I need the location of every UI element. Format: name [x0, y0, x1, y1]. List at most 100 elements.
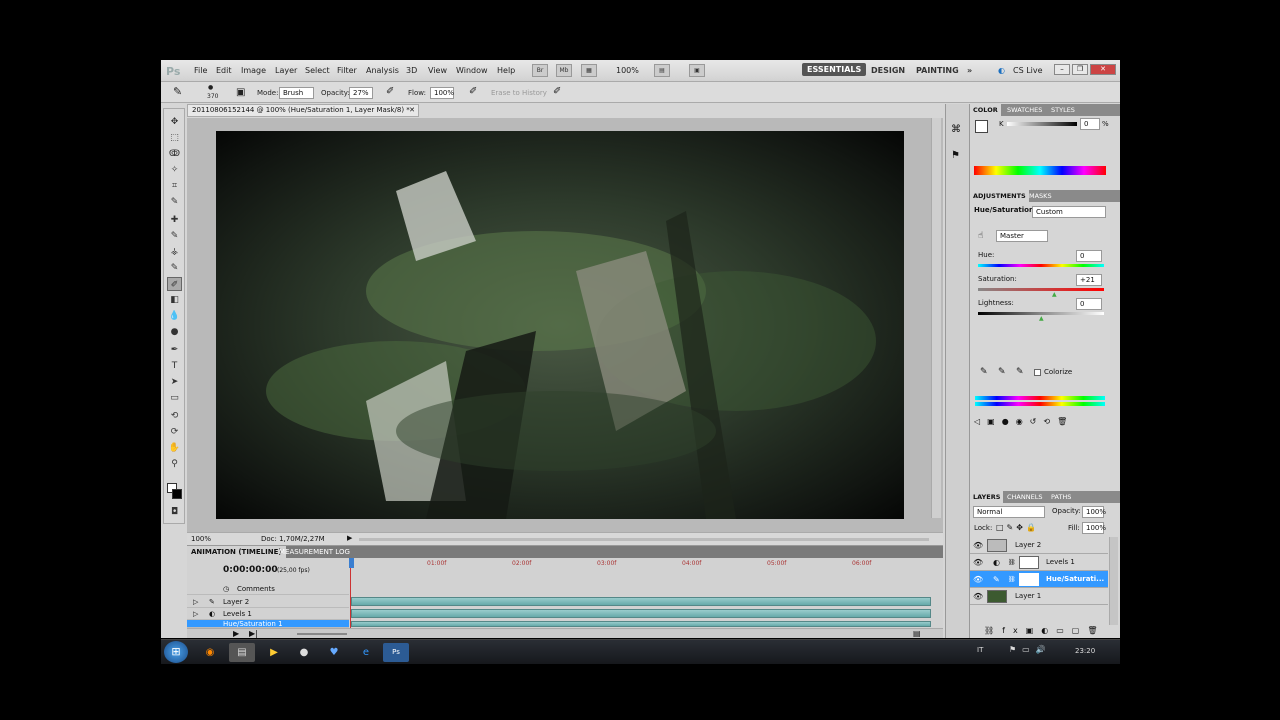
eyedropper-tool-icon[interactable]: ✎ — [167, 195, 182, 209]
tab-swatches[interactable]: SWATCHES — [1004, 104, 1045, 116]
opacity-field[interactable]: 27% — [349, 87, 373, 99]
zoom-tool-icon[interactable]: ⚲ — [167, 457, 182, 471]
restore-icon[interactable]: ❐ — [1072, 64, 1088, 75]
background-color-swatch[interactable] — [172, 489, 182, 499]
dodge-tool-icon[interactable]: ● — [167, 325, 182, 339]
eyedropper-minus-icon[interactable]: ✎ — [1016, 367, 1024, 377]
more-workspaces-icon[interactable]: » — [967, 66, 972, 75]
fg-color-chip[interactable] — [975, 120, 988, 133]
move-tool-icon[interactable]: ✥ — [167, 115, 182, 129]
erase-to-history-checkbox[interactable]: Erase to History — [491, 89, 547, 97]
tab-masks[interactable]: MASKS — [1026, 190, 1055, 202]
actions-panel-icon[interactable]: ⚑ — [951, 150, 960, 161]
cs-live-icon[interactable]: ◐ — [998, 66, 1005, 75]
image-canvas[interactable] — [216, 131, 904, 519]
media-player-icon[interactable]: ▶ — [261, 643, 287, 662]
timeline-row-huesat[interactable]: Hue/Saturation 1 — [187, 620, 349, 628]
menu-image[interactable]: Image — [241, 66, 266, 75]
zoom-level[interactable]: 100% — [616, 66, 639, 75]
layers-footer-icons[interactable]: ⛓fx▣◐▭▢🗑 — [984, 626, 1106, 635]
airbrush-pressure-icon[interactable]: ✐ — [386, 86, 394, 97]
play-icon[interactable]: ▶ — [233, 629, 239, 638]
workspace-design[interactable]: DESIGN — [871, 66, 905, 75]
quick-select-tool-icon[interactable]: ✧ — [167, 163, 182, 177]
healing-brush-tool-icon[interactable]: ✚ — [167, 213, 182, 227]
brush-tool-icon[interactable]: ✎ — [167, 229, 182, 243]
color-spectrum-bar[interactable] — [974, 166, 1106, 175]
colorize-checkbox[interactable] — [1034, 369, 1041, 376]
eyedropper-icon[interactable]: ✎ — [980, 367, 988, 377]
brush-preview-icon[interactable]: ● — [208, 84, 213, 91]
quick-mask-icon[interactable]: ◘ — [167, 505, 182, 519]
lasso-tool-icon[interactable]: ↂ — [167, 147, 182, 161]
blur-tool-icon[interactable]: 💧 — [167, 309, 182, 323]
firefox-icon[interactable]: ◉ — [197, 643, 223, 662]
crop-tool-icon[interactable]: ⌗ — [167, 179, 182, 193]
visibility-eye-icon[interactable]: 👁 — [973, 554, 983, 571]
visibility-eye-icon[interactable]: 👁 — [973, 571, 983, 588]
track-huesat[interactable] — [351, 621, 931, 627]
shape-tool-icon[interactable]: ▭ — [167, 391, 182, 405]
workspace-essentials[interactable]: ESSENTIALS — [802, 63, 867, 76]
brush-tool-icon[interactable]: ✎ — [173, 85, 182, 98]
gradient-tool-icon[interactable]: ◧ — [167, 293, 182, 307]
status-arrow-icon[interactable]: ▶ — [347, 534, 352, 542]
history-panel-icon[interactable]: ⌘ — [951, 124, 961, 135]
visibility-eye-icon[interactable]: 👁 — [973, 537, 983, 554]
menu-help[interactable]: Help — [497, 66, 515, 75]
timecode[interactable]: 0:00:00:00 — [223, 565, 278, 575]
expand-triangle-icon[interactable]: ▷ — [193, 608, 198, 620]
expand-triangle-icon[interactable]: ▷ — [193, 596, 198, 608]
photoshop-taskbar-icon[interactable]: Ps — [383, 643, 409, 662]
preset-select[interactable]: Custom — [1032, 206, 1106, 218]
brush-size[interactable]: 370 — [207, 93, 218, 100]
path-select-tool-icon[interactable]: ➤ — [167, 375, 182, 389]
tab-measurement-log[interactable]: MEASUREMENT LOG — [275, 546, 354, 558]
eraser-tool-icon[interactable]: ✐ — [167, 277, 182, 291]
minibridge-icon[interactable]: Mb — [556, 64, 572, 77]
hue-field[interactable]: 0 — [1076, 250, 1102, 262]
zoom-slider[interactable] — [297, 633, 347, 635]
range-select[interactable]: Master — [996, 230, 1048, 242]
k-slider[interactable] — [1007, 122, 1077, 126]
tab-paths[interactable]: PATHS — [1048, 491, 1074, 503]
next-frame-icon[interactable]: ▶| — [249, 629, 258, 638]
menu-analysis[interactable]: Analysis — [366, 66, 399, 75]
playhead[interactable] — [349, 558, 354, 568]
saturation-handle[interactable]: ▲ — [1052, 291, 1057, 298]
status-zoom[interactable]: 100% — [191, 535, 211, 543]
timeline-row-layer2[interactable]: ▷ ✎ Layer 2 — [187, 596, 349, 608]
layers-scrollbar[interactable] — [1109, 537, 1118, 625]
flow-field[interactable]: 100% — [430, 87, 454, 99]
workspace-painting[interactable]: PAINTING — [916, 66, 959, 75]
lightness-handle[interactable]: ▲ — [1039, 315, 1044, 322]
start-button[interactable]: ⊞ — [164, 641, 188, 663]
hand-tool-icon[interactable]: ✋ — [167, 441, 182, 455]
ie-icon[interactable]: e — [353, 643, 379, 662]
explorer-icon[interactable]: ▤ — [229, 643, 255, 662]
eyedropper-plus-icon[interactable]: ✎ — [998, 367, 1006, 377]
tablet-pressure-icon[interactable]: ✐ — [553, 86, 561, 97]
tab-color[interactable]: COLOR — [970, 104, 1001, 116]
view-extras-icon[interactable]: ▦ — [581, 64, 597, 77]
track-levels1[interactable] — [351, 609, 931, 618]
tray-icons[interactable]: ⚑▭🔊 — [1009, 645, 1052, 654]
menu-3d[interactable]: 3D — [406, 66, 417, 75]
layer-row-huesaturation[interactable]: 👁 ✎ ⛓ Hue/Saturati... — [970, 571, 1108, 588]
close-document-icon[interactable]: ✕ — [409, 105, 415, 116]
lock-icons[interactable]: □✎✥🔒 — [996, 523, 1039, 532]
3d-rotate-tool-icon[interactable]: ⟲ — [167, 409, 182, 423]
clone-stamp-tool-icon[interactable]: ⚶ — [167, 245, 182, 259]
marquee-tool-icon[interactable]: ⬚ — [167, 131, 182, 145]
timeline-menu-icon[interactable]: ▤ — [913, 629, 921, 638]
tab-styles[interactable]: STYLES — [1048, 104, 1078, 116]
tab-adjustments[interactable]: ADJUSTMENTS — [970, 190, 1029, 202]
menu-layer[interactable]: Layer — [275, 66, 297, 75]
tab-animation-timeline[interactable]: ANIMATION (TIMELINE) — [187, 546, 286, 558]
cs-live-button[interactable]: CS Live — [1013, 66, 1043, 75]
k-value-field[interactable]: 0 — [1080, 118, 1100, 130]
vertical-scrollbar[interactable] — [931, 118, 941, 518]
layer-row-layer1[interactable]: 👁 Layer 1 — [970, 588, 1108, 605]
menu-select[interactable]: Select — [305, 66, 330, 75]
menu-view[interactable]: View — [428, 66, 447, 75]
